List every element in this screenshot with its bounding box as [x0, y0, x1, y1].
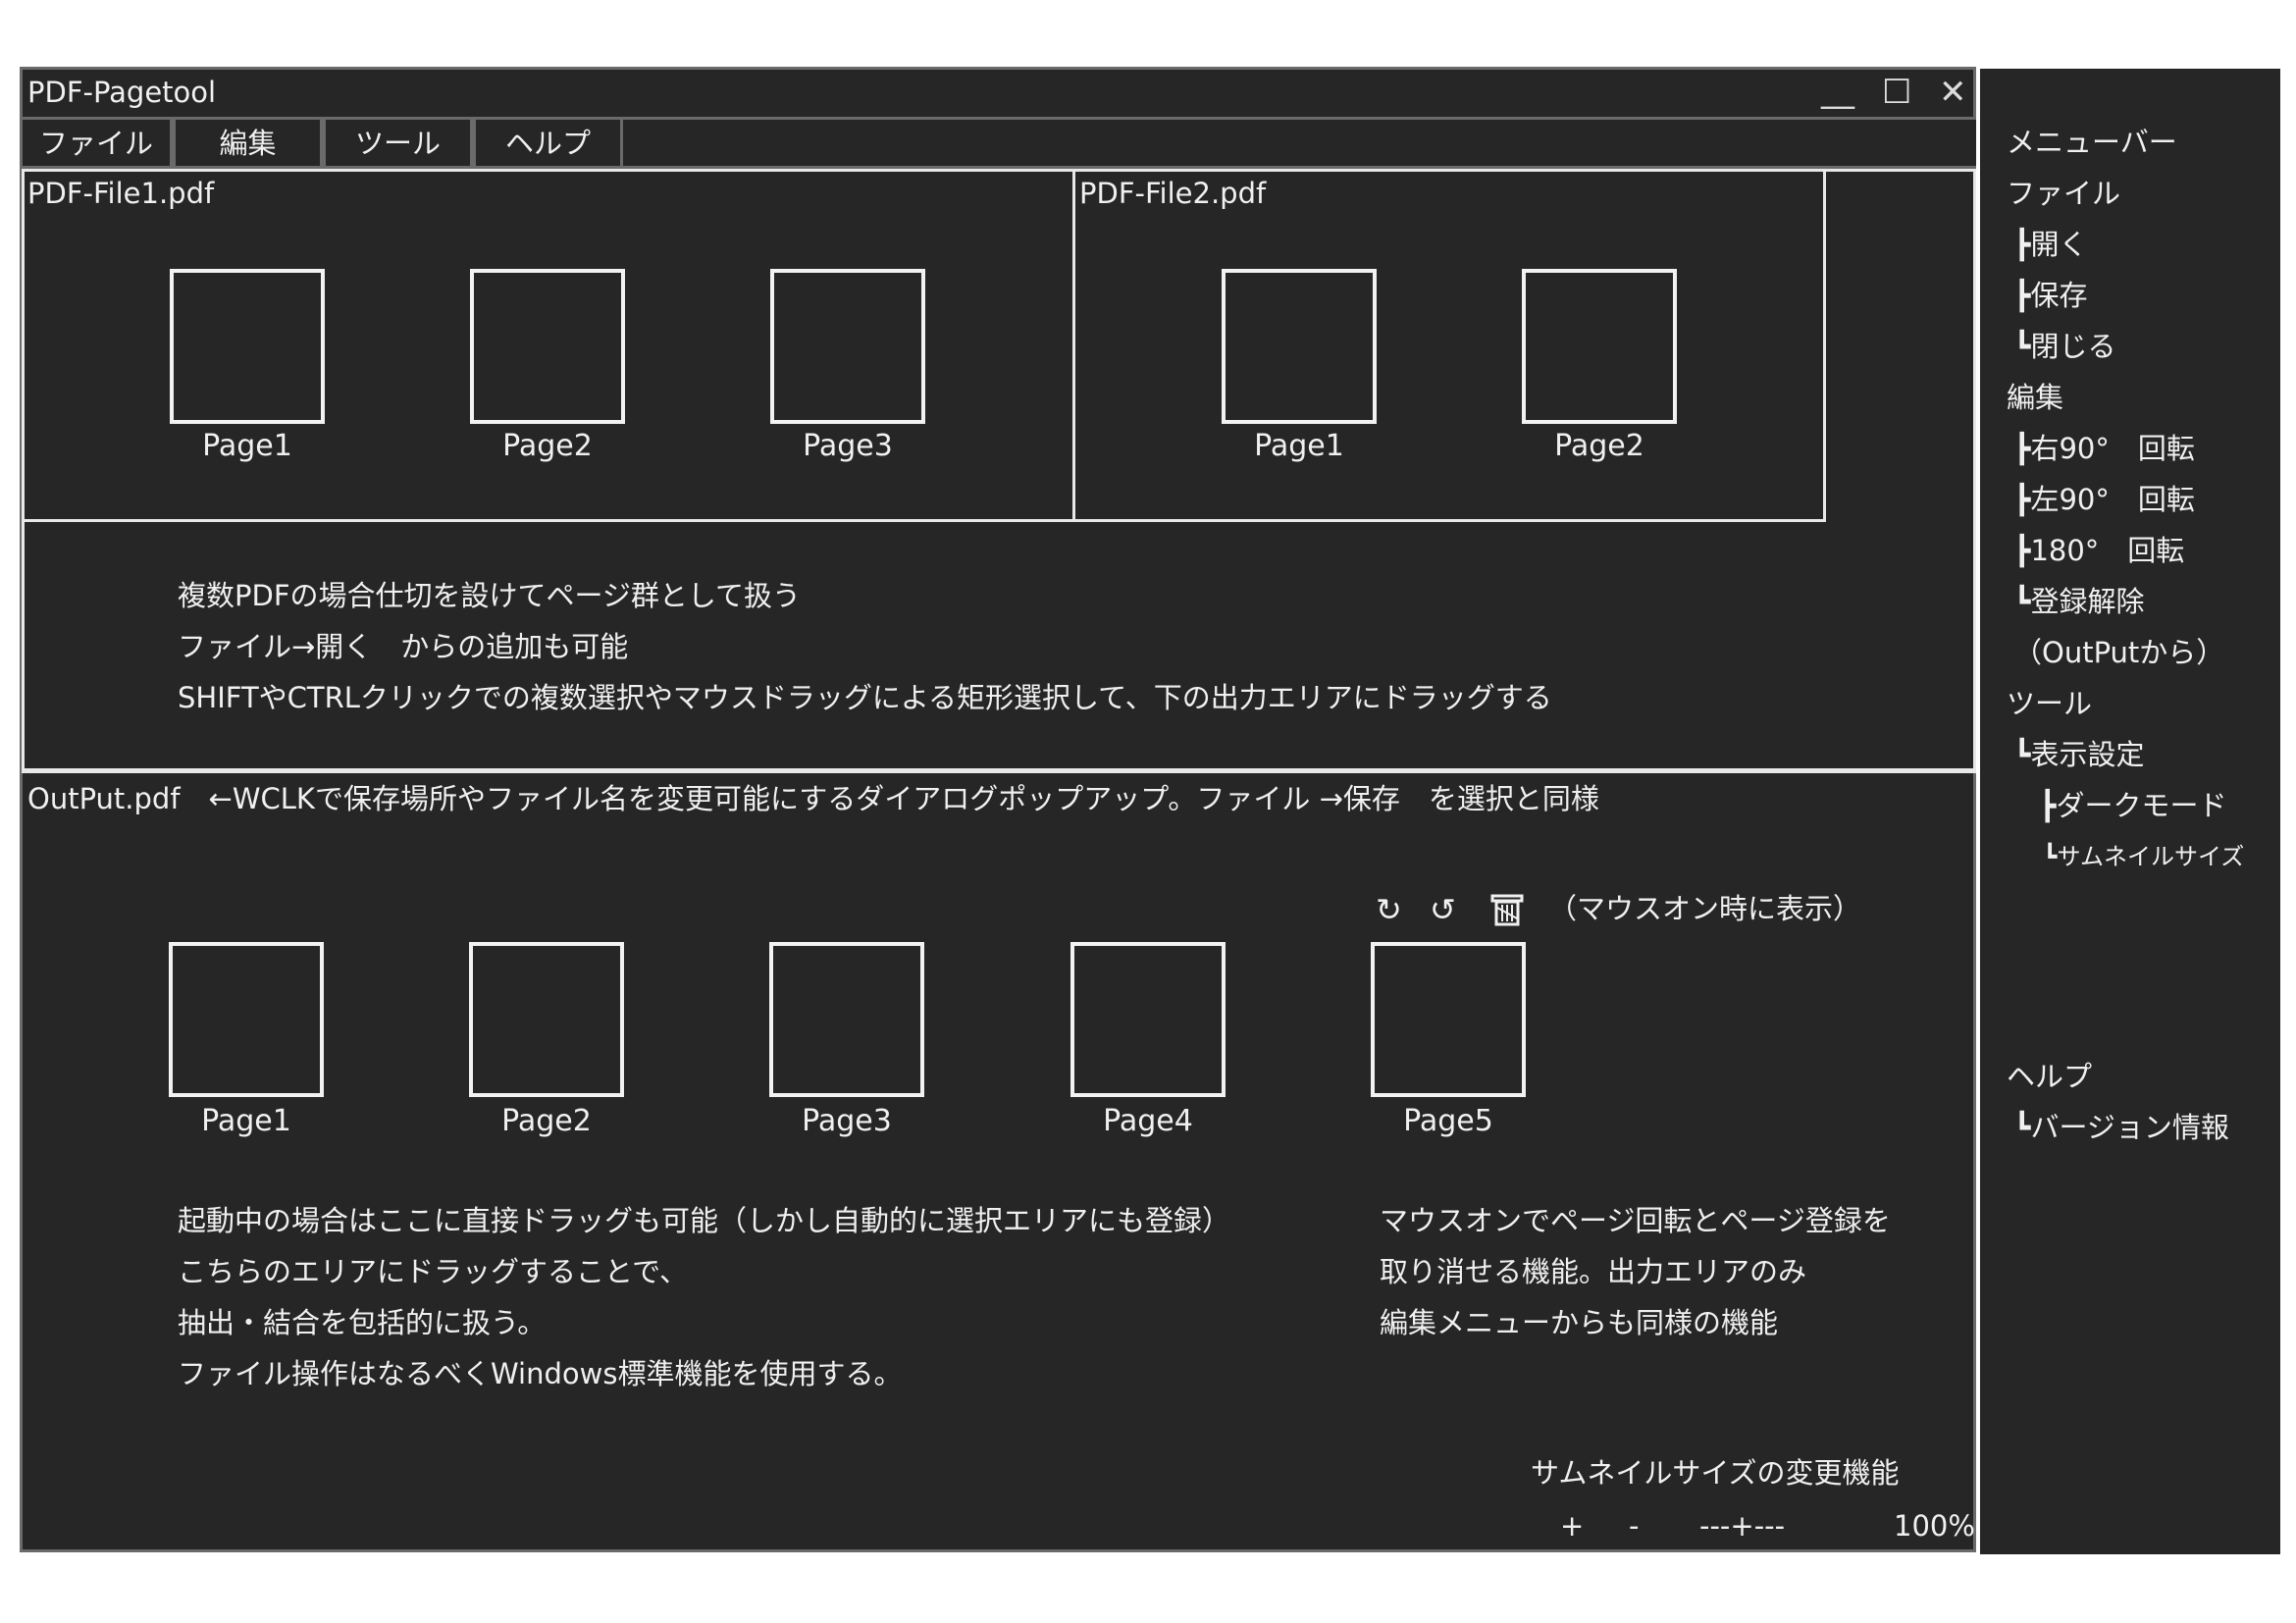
output-page-thumbnail[interactable] — [469, 942, 624, 1097]
side-item: ヘルプ — [2007, 1060, 2093, 1093]
input-page-label: Page2 — [502, 429, 593, 463]
input-page-thumbnail[interactable] — [1222, 269, 1377, 424]
title-bar — [20, 67, 1976, 120]
output-note: ファイル操作はなるべくWindows標準機能を使用する。 — [178, 1357, 903, 1390]
side-item: ┣開く — [2013, 228, 2088, 261]
input-note: SHIFTやCTRLクリックでの複数選択やマウスドラッグによる矩形選択して、下の… — [178, 681, 1552, 714]
hover-note: （マウスオン時に表示） — [1548, 892, 1862, 925]
input-page-thumbnail[interactable] — [470, 269, 625, 424]
close-button[interactable]: ✕ — [1939, 73, 1967, 112]
file-group-1-name: PDF-File1.pdf — [27, 177, 215, 210]
zoom-level: 100% — [1894, 1509, 1975, 1543]
side-item: ┣左90° 回転 — [2013, 483, 2195, 516]
file-group-2-name: PDF-File2.pdf — [1079, 177, 1267, 210]
zoom-in-button[interactable]: + — [1560, 1509, 1584, 1543]
side-item: ┣180° 回転 — [2013, 534, 2185, 567]
window-title: PDF-Pagetool — [27, 76, 217, 109]
output-note: 抽出・結合を包括的に扱う。 — [178, 1306, 547, 1339]
side-item: ファイル — [2007, 177, 2121, 210]
maximize-button[interactable]: ☐ — [1882, 73, 1911, 112]
input-page-label: Page3 — [803, 429, 893, 463]
input-page-label: Page2 — [1554, 429, 1644, 463]
side-item: 編集 — [2007, 381, 2064, 414]
thumbnail-size-slider[interactable]: ---+--- — [1699, 1509, 1785, 1543]
thumbnail-size-title: サムネイルサイズの変更機能 — [1531, 1456, 1900, 1490]
output-page-label: Page3 — [802, 1104, 892, 1138]
output-page-label: Page1 — [201, 1104, 291, 1138]
input-page-thumbnail[interactable] — [170, 269, 325, 424]
side-item: ┗バージョン情報 — [2013, 1111, 2229, 1144]
side-item: ┣右90° 回転 — [2013, 432, 2195, 465]
hover-feature-note: マウスオンでページ回転とページ登録を — [1380, 1204, 1891, 1237]
side-item: （OutPutから） — [2013, 636, 2225, 669]
side-item: ┗表示設定 — [2013, 738, 2145, 771]
rotate-right-icon[interactable]: ↻ — [1376, 892, 1402, 927]
menu-edit[interactable]: 編集 — [173, 120, 323, 169]
input-note: 複数PDFの場合仕切を設けてページ群として扱う — [178, 579, 802, 612]
side-heading: メニューバー — [2007, 126, 2177, 159]
hover-feature-note: 取り消せる機能。出力エリアのみ — [1380, 1255, 1807, 1288]
output-page-label: Page4 — [1103, 1104, 1193, 1138]
hover-feature-note: 編集メニューからも同様の機能 — [1380, 1306, 1779, 1339]
side-item: ┣ダークモード — [2039, 789, 2227, 822]
side-item: ┗サムネイルサイズ — [2043, 843, 2245, 870]
input-page-thumbnail[interactable] — [1522, 269, 1677, 424]
input-note: ファイル→開く からの追加も可能 — [178, 630, 629, 663]
output-divider — [22, 770, 1976, 773]
input-page-thumbnail[interactable] — [770, 269, 925, 424]
input-page-label: Page1 — [1254, 429, 1344, 463]
menu-file[interactable]: ファイル — [20, 120, 173, 169]
side-item: ┗閉じる — [2013, 330, 2116, 363]
trash-icon[interactable] — [1489, 893, 1525, 926]
output-page-label: Page5 — [1403, 1104, 1493, 1138]
side-item: ツール — [2007, 687, 2093, 720]
output-note: こちらのエリアにドラッグすることで、 — [178, 1255, 688, 1288]
side-item: ┗登録解除 — [2013, 585, 2145, 618]
output-page-thumbnail[interactable] — [1371, 942, 1526, 1097]
output-page-thumbnail[interactable] — [769, 942, 924, 1097]
rotate-left-icon[interactable]: ↺ — [1430, 892, 1456, 927]
menu-tools[interactable]: ツール — [323, 120, 473, 169]
zoom-out-button[interactable]: - — [1629, 1509, 1639, 1543]
output-note: 起動中の場合はここに直接ドラッグも可能（しかし自動的に選択エリアにも登録） — [178, 1204, 1231, 1237]
file-group-2 — [1072, 169, 1826, 522]
input-page-label: Page1 — [202, 429, 292, 463]
menu-help[interactable]: ヘルプ — [473, 120, 623, 169]
minimize-button[interactable]: __ — [1821, 71, 1854, 110]
output-page-thumbnail[interactable] — [1070, 942, 1226, 1097]
output-page-thumbnail[interactable] — [169, 942, 324, 1097]
output-file-name[interactable]: OutPut.pdf ←WCLKで保存場所やファイル名を変更可能にするダイアログ… — [27, 782, 1599, 815]
output-page-label: Page2 — [501, 1104, 592, 1138]
side-item: ┣保存 — [2013, 279, 2088, 312]
